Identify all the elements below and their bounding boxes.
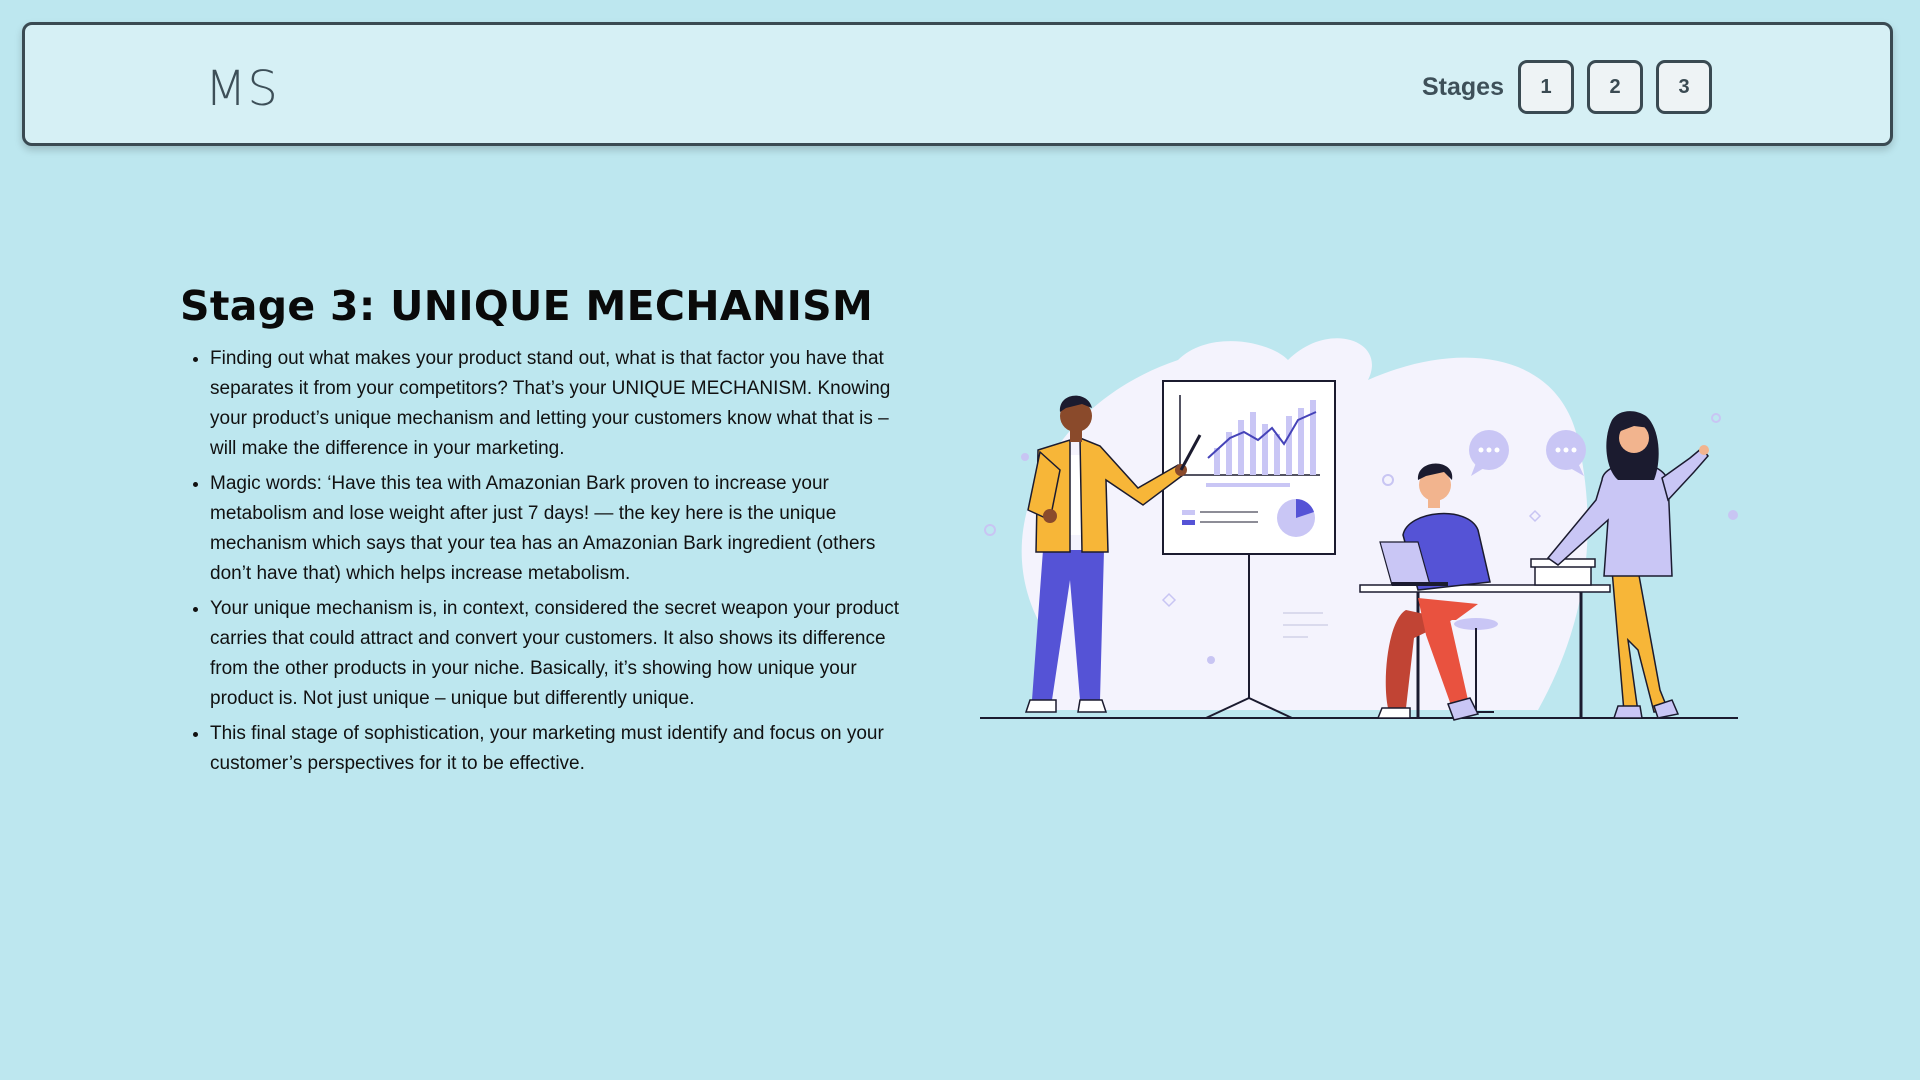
bullet-item: Finding out what makes your product stan…	[210, 344, 910, 464]
bullet-item: Magic words: ‘Have this tea with Amazoni…	[210, 469, 910, 589]
logo[interactable]: MS	[205, 61, 279, 117]
stage-1-button[interactable]: 1	[1518, 60, 1574, 114]
stage-2-button[interactable]: 2	[1587, 60, 1643, 114]
page-title: Stage 3: UNIQUE MECHANISM	[180, 282, 874, 330]
top-navigation-bar: MS Stages 1 2 3	[22, 22, 1893, 146]
bullet-item: This final stage of sophistication, your…	[210, 719, 910, 779]
stage-3-button[interactable]: 3	[1656, 60, 1712, 114]
team-presentation-illustration	[980, 338, 1738, 721]
stages-label: Stages	[1422, 73, 1504, 101]
bullet-list: Finding out what makes your product stan…	[180, 344, 910, 779]
stage-content: Stage 3: UNIQUE MECHANISM Finding out wh…	[180, 282, 910, 784]
bullet-item: Your unique mechanism is, in context, co…	[210, 594, 910, 714]
